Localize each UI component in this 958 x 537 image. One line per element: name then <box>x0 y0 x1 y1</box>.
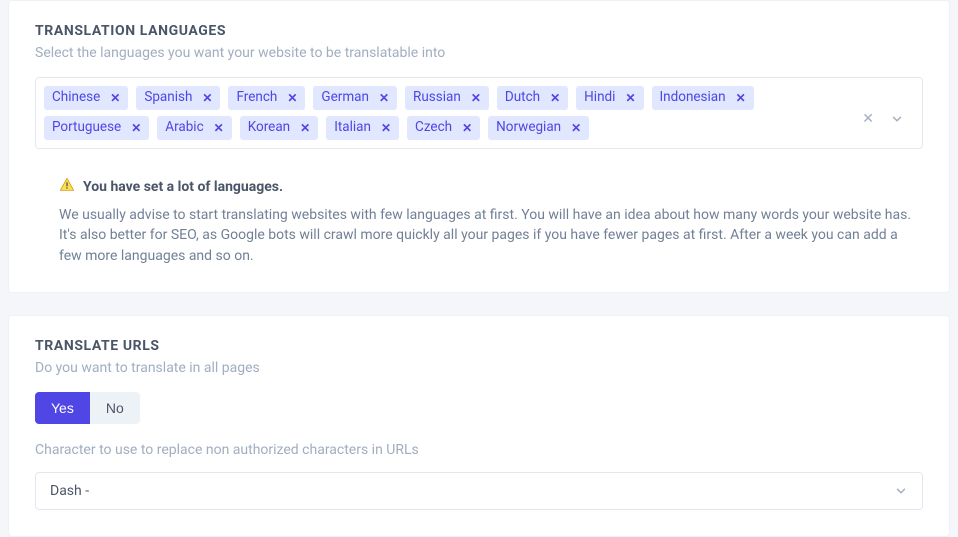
language-chip: Spanish ✕ <box>136 86 220 110</box>
url-char-value: Dash - <box>50 483 89 499</box>
remove-language-icon[interactable]: ✕ <box>571 122 581 134</box>
language-chip: German ✕ <box>313 86 397 110</box>
multiselect-controls: ✕ <box>852 105 914 127</box>
language-chip: Korean ✕ <box>240 116 318 140</box>
url-char-select[interactable]: Dash - <box>35 472 923 510</box>
translation-title: TRANSLATION LANGUAGES <box>35 23 923 39</box>
language-chip-label: Russian <box>413 91 461 105</box>
url-char-label: Character to use to replace non authoriz… <box>35 442 923 458</box>
remove-language-icon[interactable]: ✕ <box>462 122 472 134</box>
remove-language-icon[interactable]: ✕ <box>625 92 635 104</box>
warning-body: We usually advise to start translating w… <box>35 205 923 266</box>
language-chip: Italian ✕ <box>326 116 399 140</box>
translate-urls-card: TRANSLATE URLS Do you want to translate … <box>8 315 950 537</box>
language-chip: Dutch ✕ <box>497 86 568 110</box>
toggle-yes-button[interactable]: Yes <box>35 392 90 424</box>
language-chip: Czech ✕ <box>407 116 480 140</box>
language-chip-label: Norwegian <box>496 121 561 135</box>
language-chip-label: Chinese <box>52 91 100 105</box>
language-chip-label: Spanish <box>144 91 192 105</box>
language-chip-label: French <box>236 91 277 105</box>
remove-language-icon[interactable]: ✕ <box>736 92 746 104</box>
toggle-no-button[interactable]: No <box>90 392 140 424</box>
language-chip: Hindi ✕ <box>576 86 643 110</box>
remove-language-icon[interactable]: ✕ <box>110 92 120 104</box>
remove-language-icon[interactable]: ✕ <box>202 92 212 104</box>
remove-language-icon[interactable]: ✕ <box>131 122 141 134</box>
translation-subtitle: Select the languages you want your websi… <box>35 45 923 61</box>
language-chip-label: Czech <box>415 121 452 135</box>
translate-all-toggle: Yes No <box>35 392 140 424</box>
language-chip-label: Arabic <box>165 121 203 135</box>
warning-title: You have set a lot of languages. <box>83 179 283 195</box>
remove-language-icon[interactable]: ✕ <box>300 122 310 134</box>
language-chip: Indonesian ✕ <box>652 86 754 110</box>
language-chip: Russian ✕ <box>405 86 489 110</box>
language-chip: Norwegian ✕ <box>488 116 589 140</box>
language-chip-label: Indonesian <box>660 91 726 105</box>
languages-multiselect[interactable]: Chinese✕Spanish✕French✕German✕Russian✕Du… <box>35 77 923 149</box>
warning-icon <box>59 177 75 197</box>
clear-all-icon[interactable]: ✕ <box>862 111 874 127</box>
urls-title: TRANSLATE URLS <box>35 338 923 354</box>
language-chip: French ✕ <box>228 86 305 110</box>
language-chip-label: Italian <box>334 121 371 135</box>
language-chip-label: Hindi <box>584 91 615 105</box>
remove-language-icon[interactable]: ✕ <box>550 92 560 104</box>
remove-language-icon[interactable]: ✕ <box>379 92 389 104</box>
language-chip-label: Dutch <box>505 91 540 105</box>
translation-languages-card: TRANSLATION LANGUAGES Select the languag… <box>8 0 950 293</box>
urls-subtitle: Do you want to translate in all pages <box>35 360 923 376</box>
language-chip-label: Korean <box>248 121 290 135</box>
language-chip: Portuguese ✕ <box>44 116 149 140</box>
language-chip-label: German <box>321 91 369 105</box>
chevron-down-icon <box>894 484 908 498</box>
language-chip-label: Portuguese <box>52 121 121 135</box>
chevron-down-icon[interactable] <box>890 112 904 126</box>
remove-language-icon[interactable]: ✕ <box>471 92 481 104</box>
remove-language-icon[interactable]: ✕ <box>381 122 391 134</box>
language-chip: Arabic ✕ <box>157 116 231 140</box>
remove-language-icon[interactable]: ✕ <box>214 122 224 134</box>
language-chips: Chinese✕Spanish✕French✕German✕Russian✕Du… <box>44 86 852 146</box>
language-chip: Chinese ✕ <box>44 86 128 110</box>
warning-row: You have set a lot of languages. <box>35 177 923 197</box>
remove-language-icon[interactable]: ✕ <box>287 92 297 104</box>
